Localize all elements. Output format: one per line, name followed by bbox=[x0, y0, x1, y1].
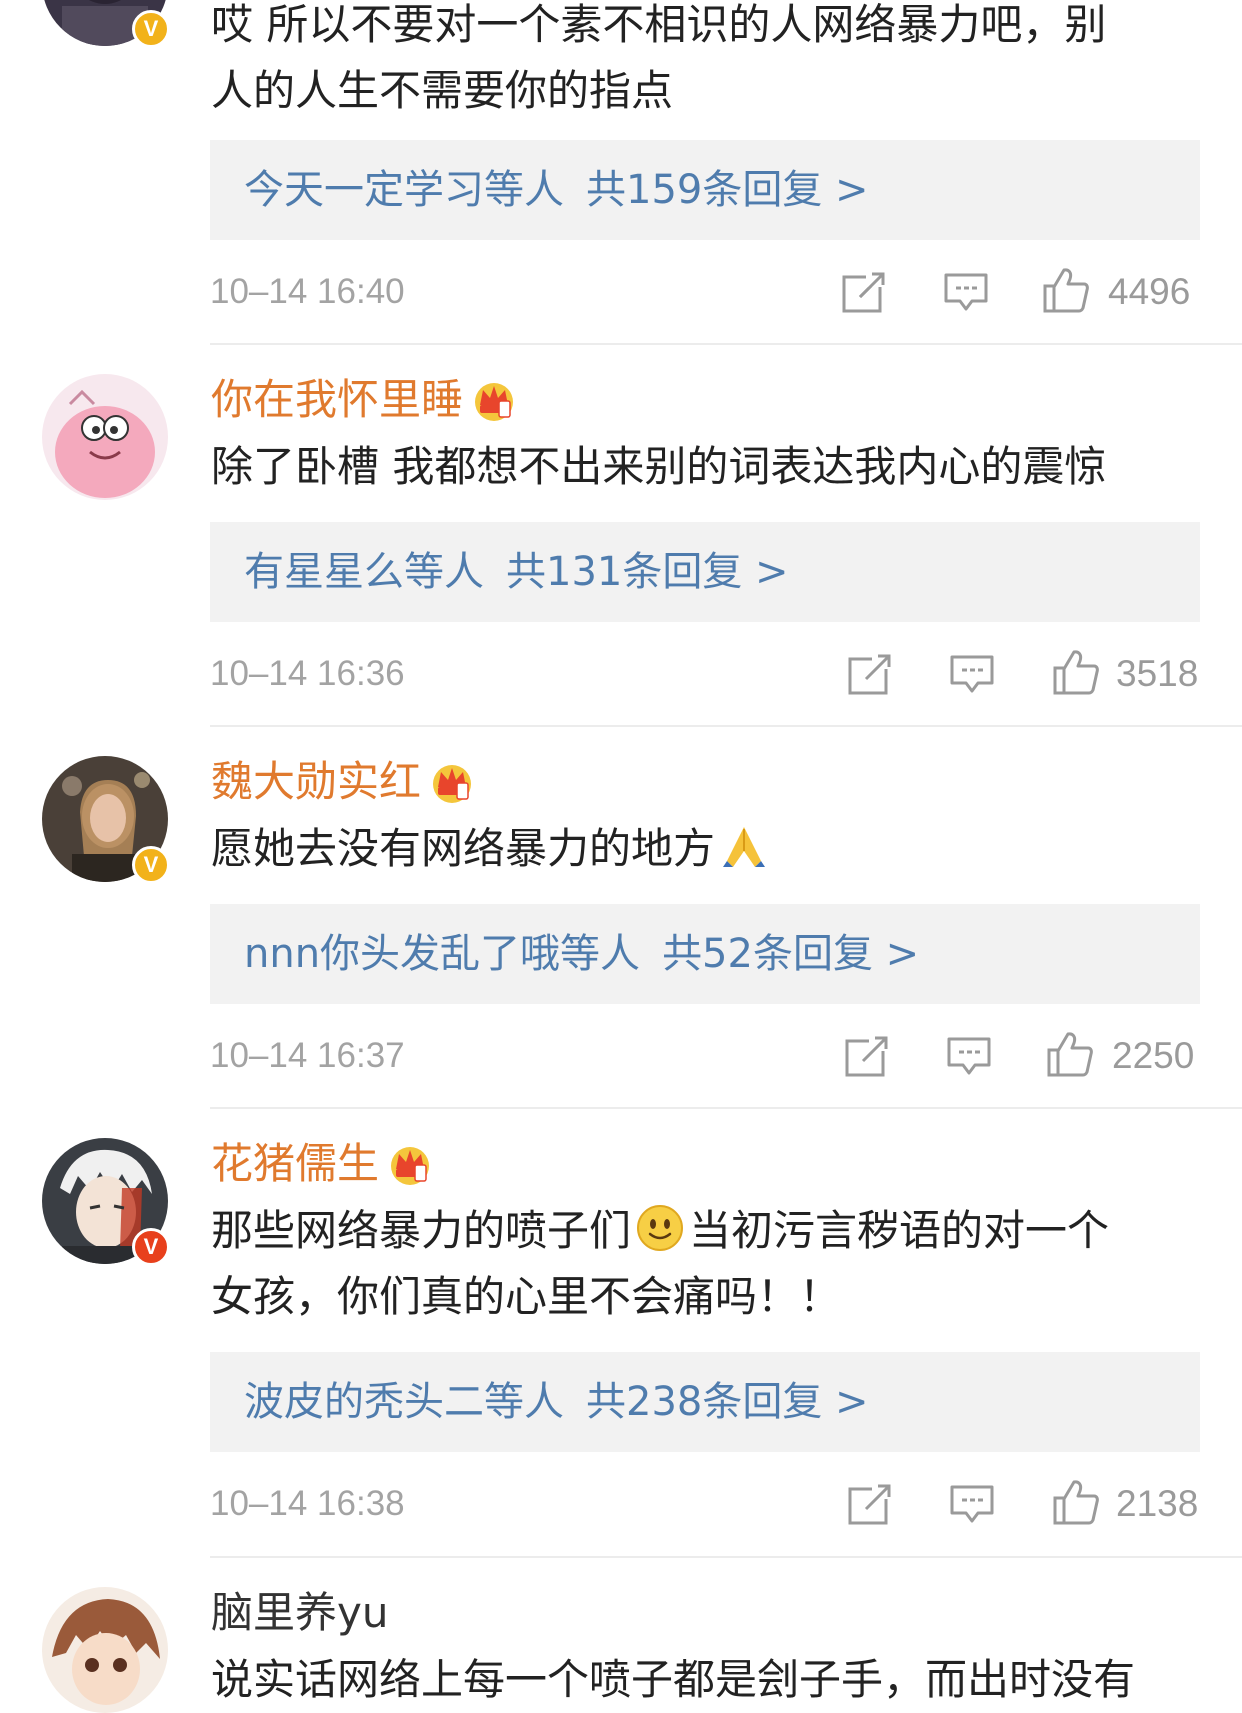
verified-badge-icon: V bbox=[132, 846, 170, 884]
reply-count-link[interactable]: 共131条回复 > bbox=[506, 549, 789, 595]
share-icon[interactable] bbox=[842, 271, 886, 313]
reply-count-link[interactable]: 共159条回复 > bbox=[586, 167, 869, 213]
comment-timestamp: 10–14 16:38 bbox=[210, 1484, 405, 1523]
share-icon[interactable] bbox=[848, 653, 892, 695]
reply-count-link[interactable]: 共238条回复 > bbox=[586, 1379, 869, 1425]
reply-summary[interactable]: nnn你头发乱了哦等人 共52条回复 > bbox=[210, 904, 1200, 1004]
like-icon[interactable] bbox=[1052, 1478, 1100, 1526]
verified-badge-icon: V bbox=[132, 1228, 170, 1266]
reply-preview-names: 今天一定学习等人 bbox=[244, 167, 564, 213]
avatar[interactable]: V bbox=[42, 1138, 170, 1266]
avatar[interactable]: V bbox=[42, 0, 170, 48]
comment-icon[interactable] bbox=[947, 1035, 991, 1079]
comment-username[interactable]: 你在我怀里睡 bbox=[211, 375, 517, 425]
comment-text: 哎 所以不要对一个素不相识的人网络暴力吧，别 人的人生不需要你的指点 bbox=[211, 0, 1107, 115]
like-count: 3518 bbox=[1116, 653, 1199, 694]
comment-timestamp: 10–14 16:37 bbox=[210, 1036, 405, 1075]
share-icon[interactable] bbox=[845, 1035, 889, 1077]
reply-summary[interactable]: 有星星么等人 共131条回复 > bbox=[210, 522, 1200, 622]
avatar-image bbox=[42, 1587, 168, 1713]
avatar[interactable]: V bbox=[42, 756, 170, 884]
like-count: 4496 bbox=[1108, 271, 1191, 312]
like-count: 2250 bbox=[1112, 1035, 1195, 1076]
comment-username[interactable]: 脑里养yu bbox=[211, 1588, 388, 1638]
like-icon[interactable] bbox=[1042, 266, 1090, 314]
comment-text: 那些网络暴力的喷子们 当初污言秽语的对一个 女孩，你们真的心里不会痛吗！！ bbox=[211, 1198, 1201, 1330]
comment-timestamp: 10–14 16:40 bbox=[210, 272, 405, 311]
comment-text: 说实话网络上每一个喷子都是刽子手，而出时没有 bbox=[211, 1655, 1136, 1704]
comment-icon[interactable] bbox=[950, 653, 994, 697]
comment-timestamp: 10–14 16:36 bbox=[210, 654, 405, 693]
reply-preview-names: 有星星么等人 bbox=[244, 549, 484, 595]
comment-text: 除了卧槽 我都想不出来别的词表达我内心的震惊 bbox=[211, 442, 1107, 491]
reply-summary[interactable]: 今天一定学习等人 共159条回复 > bbox=[210, 140, 1200, 240]
comment-divider bbox=[210, 1556, 1242, 1558]
avatar[interactable] bbox=[42, 1587, 168, 1713]
comment-divider bbox=[210, 725, 1242, 727]
comment-divider bbox=[210, 1107, 1242, 1109]
crown-icon bbox=[475, 383, 514, 421]
comment-icon[interactable] bbox=[950, 1483, 994, 1527]
avatar-image bbox=[42, 374, 168, 500]
share-icon[interactable] bbox=[848, 1483, 892, 1525]
like-icon[interactable] bbox=[1052, 648, 1100, 696]
smile-emoji-icon bbox=[637, 1205, 684, 1251]
comment-divider bbox=[210, 343, 1242, 345]
crown-icon bbox=[433, 765, 472, 803]
reply-preview-names: 波皮的秃头二等人 bbox=[244, 1379, 564, 1425]
avatar[interactable] bbox=[42, 374, 168, 500]
comment-username[interactable]: 花猪儒生 bbox=[211, 1139, 433, 1189]
like-icon[interactable] bbox=[1046, 1030, 1094, 1078]
reply-summary[interactable]: 波皮的秃头二等人 共238条回复 > bbox=[210, 1352, 1200, 1452]
reply-preview-names: nnn你头发乱了哦等人 bbox=[244, 931, 641, 977]
comment-text: 愿她去没有网络暴力的地方 bbox=[211, 816, 1201, 882]
verified-badge-icon: V bbox=[132, 10, 170, 48]
comment-username[interactable]: 魏大勋实红 bbox=[211, 757, 475, 807]
pray-emoji-icon bbox=[723, 827, 766, 867]
like-count: 2138 bbox=[1116, 1483, 1199, 1524]
crown-icon bbox=[391, 1147, 430, 1185]
comment-icon[interactable] bbox=[944, 271, 988, 315]
reply-count-link[interactable]: 共52条回复 > bbox=[662, 931, 919, 977]
